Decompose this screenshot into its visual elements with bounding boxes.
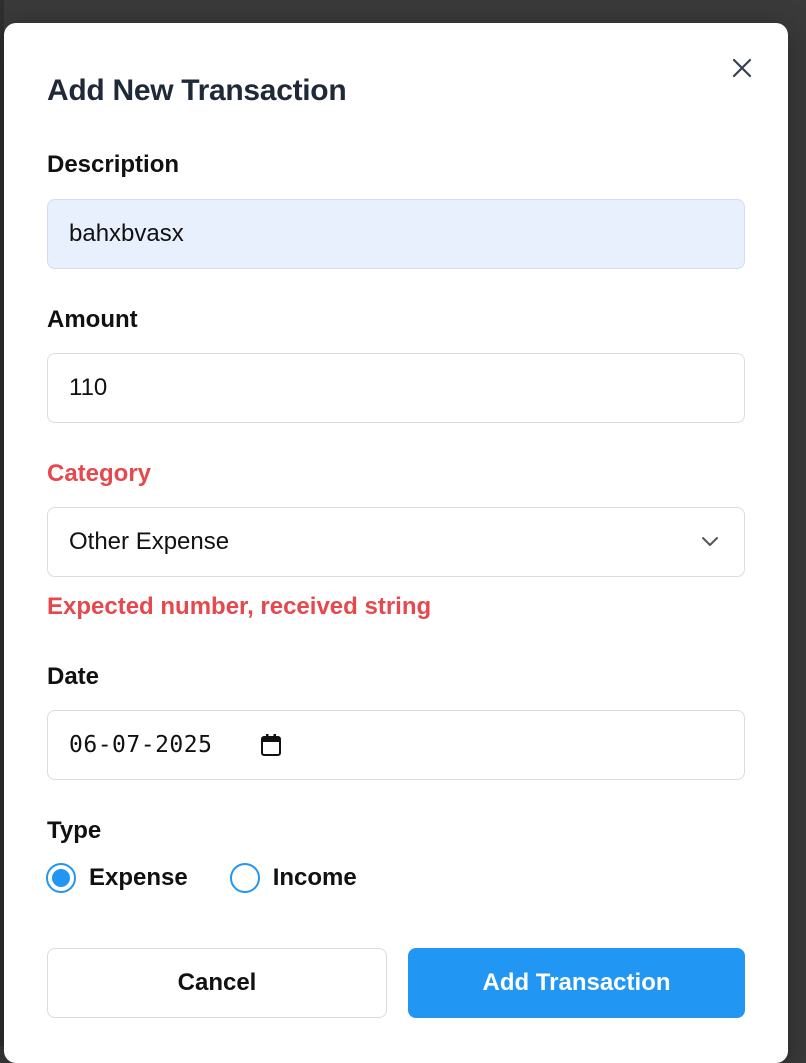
add-transaction-button[interactable]: Add Transaction [408, 948, 745, 1018]
date-input[interactable]: 06-07-2025 [47, 710, 745, 780]
description-input[interactable]: bahxbvasx [47, 199, 745, 269]
amount-value: 110 [69, 374, 108, 401]
radio-income-label: Income [272, 864, 357, 891]
description-value: bahxbvasx [69, 220, 184, 247]
category-error-message: Expected number, received string [47, 593, 432, 620]
calendar-icon[interactable] [260, 733, 282, 757]
category-select[interactable]: Other Expense [47, 507, 745, 577]
amount-input[interactable]: 110 [47, 353, 745, 423]
chevron-down-icon [702, 537, 718, 546]
radio-expense-label: Expense [89, 864, 188, 891]
date-value: 06-07-2025 [69, 732, 213, 758]
cancel-button[interactable]: Cancel [47, 948, 387, 1018]
radio-button-expense[interactable] [46, 863, 76, 893]
add-transaction-modal: Add New Transaction Description bahxbvas… [4, 23, 788, 1063]
amount-label: Amount [47, 306, 138, 333]
radio-income[interactable]: Income [229, 863, 357, 893]
radio-button-income[interactable] [229, 863, 260, 893]
close-button[interactable] [727, 53, 757, 83]
close-icon [732, 58, 752, 78]
category-selected-value: Other Expense [69, 528, 230, 555]
category-label: Category [47, 460, 152, 487]
type-radio-group: Expense Income [46, 863, 399, 893]
type-label: Type [47, 817, 102, 844]
description-label: Description [47, 151, 180, 178]
modal-title: Add New Transaction [47, 74, 347, 107]
date-label: Date [47, 663, 100, 690]
radio-expense[interactable]: Expense [46, 863, 188, 893]
